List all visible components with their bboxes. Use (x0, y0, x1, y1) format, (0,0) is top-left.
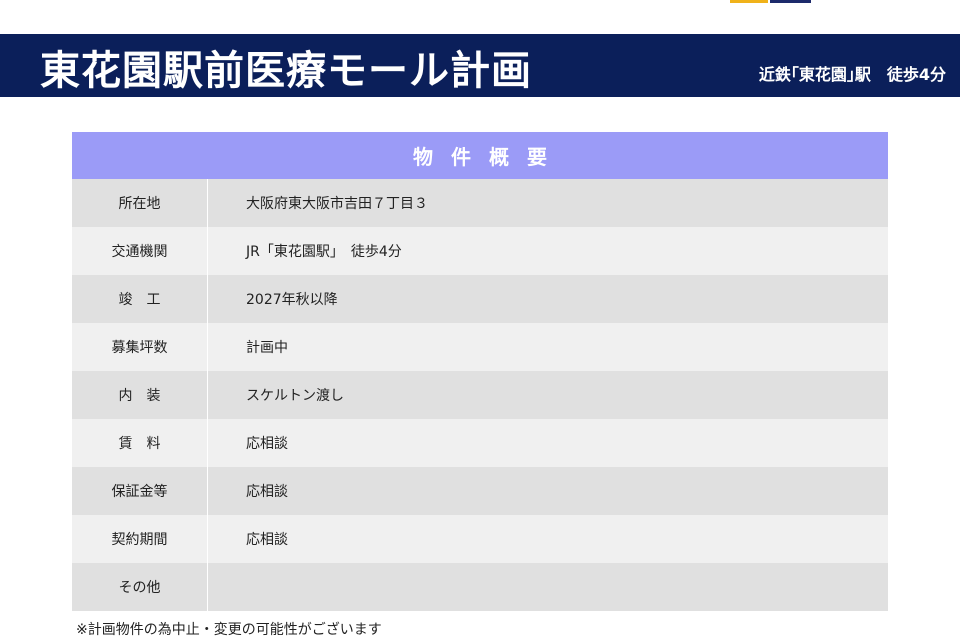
logo-color-strip (730, 0, 811, 3)
row-label: 交通機関 (72, 227, 208, 275)
row-value: 2027年秋以降 (246, 292, 338, 308)
station-access: 近鉄｢東花園｣駅 徒歩4分 (758, 65, 946, 84)
table-row: 募集坪数 計画中 (72, 323, 888, 371)
row-label: 竣 工 (72, 275, 208, 323)
table-heading: 物件概要 (72, 132, 888, 179)
row-value (208, 563, 888, 611)
table-row: 交通機関 JR「東花園駅」 徒歩4分 (72, 227, 888, 275)
logo-navy-segment (770, 0, 811, 3)
table-row: 内 装 スケルトン渡し (72, 371, 888, 419)
table-row: 所在地 大阪府東大阪市吉田７丁目３ (72, 179, 888, 227)
table-row: 保証金等 応相談 (72, 467, 888, 515)
row-label: 内 装 (72, 371, 208, 419)
row-value: 応相談 (246, 532, 288, 548)
row-value: JR「東花園駅」 徒歩4分 (246, 244, 402, 260)
table-row: 賃 料 応相談 (72, 419, 888, 467)
row-label: 賃 料 (72, 419, 208, 467)
row-label: 募集坪数 (72, 323, 208, 371)
row-value: 大阪府東大阪市吉田７丁目３ (246, 196, 428, 212)
row-value: スケルトン渡し (246, 388, 344, 404)
disclaimer-note: ※計画物件の為中止・変更の可能性がございます (76, 622, 382, 638)
row-value: 応相談 (246, 484, 288, 500)
row-label: その他 (72, 563, 208, 611)
property-overview-table: 物件概要 所在地 大阪府東大阪市吉田７丁目３ 交通機関 JR「東花園駅」 徒歩4… (72, 132, 888, 611)
table-row: その他 (72, 563, 888, 611)
table-row: 契約期間 応相談 (72, 515, 888, 563)
row-label: 契約期間 (72, 515, 208, 563)
row-label: 所在地 (72, 179, 208, 227)
title-bar: 東花園駅前医療モール計画 近鉄｢東花園｣駅 徒歩4分 (0, 34, 960, 97)
logo-gold-segment (730, 0, 768, 3)
row-label: 保証金等 (72, 467, 208, 515)
row-value: 計画中 (246, 340, 288, 356)
table-row: 竣 工 2027年秋以降 (72, 275, 888, 323)
row-value: 応相談 (246, 436, 288, 452)
page-title: 東花園駅前医療モール計画 (40, 48, 532, 94)
